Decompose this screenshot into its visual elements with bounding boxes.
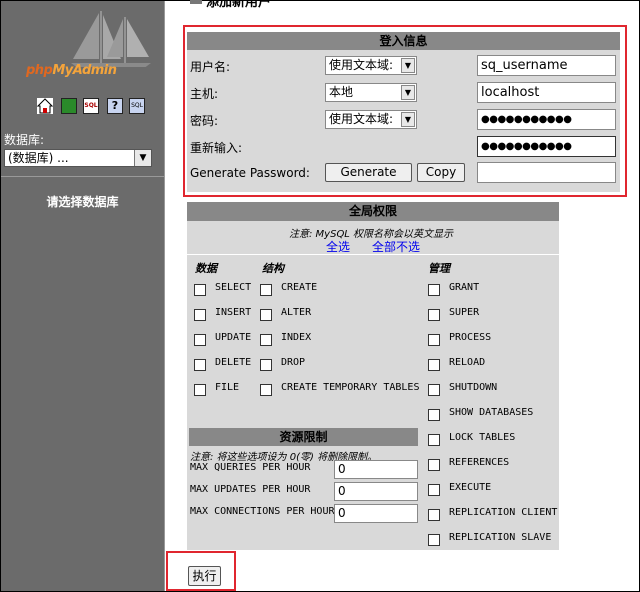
generate-password-label: Generate Password: bbox=[190, 166, 310, 180]
logo-text: phpMyAdmin bbox=[26, 63, 117, 78]
database-select[interactable]: (数据库) ... ▼ bbox=[4, 149, 152, 167]
generated-password-input[interactable] bbox=[477, 162, 616, 183]
privilege-checkbox[interactable] bbox=[428, 284, 440, 296]
structure-column-header: 结构 bbox=[262, 262, 284, 275]
host-label: 主机: bbox=[190, 87, 219, 101]
retype-label: 重新输入: bbox=[190, 141, 243, 155]
login-panel-header: 登入信息 bbox=[187, 32, 620, 50]
password-label: 密码: bbox=[190, 114, 219, 128]
privileges-header: 全局权限 bbox=[187, 202, 559, 221]
privilege-checkbox[interactable] bbox=[428, 509, 440, 521]
host-input[interactable]: localhost bbox=[477, 82, 616, 103]
privilege-label: RELOAD bbox=[449, 357, 486, 368]
privilege-label: LOCK TABLES bbox=[449, 432, 516, 443]
resource-limit-label: MAX CONNECTIONS PER HOUR bbox=[190, 506, 335, 517]
privilege-label: DROP bbox=[281, 357, 306, 368]
privilege-checkbox[interactable] bbox=[260, 384, 272, 396]
frame-divider bbox=[164, 1, 182, 591]
generate-button[interactable]: Generate bbox=[325, 163, 412, 182]
user-add-icon bbox=[190, 0, 202, 4]
resource-limit-input[interactable]: 0 bbox=[334, 482, 418, 501]
privilege-label: REPLICATION SLAVE bbox=[449, 532, 552, 543]
sailboat-icon bbox=[71, 11, 151, 67]
privilege-label: GRANT bbox=[449, 282, 480, 293]
privilege-label: INDEX bbox=[281, 332, 312, 343]
privilege-label: REFERENCES bbox=[449, 457, 510, 468]
resource-limits-header: 资源限制 bbox=[189, 428, 418, 446]
privilege-checkbox[interactable] bbox=[260, 334, 272, 346]
password-type-select[interactable]: 使用文本域: ▼ bbox=[325, 110, 417, 129]
privilege-checkbox[interactable] bbox=[194, 309, 206, 321]
admin-column-header: 管理 bbox=[428, 262, 450, 275]
privilege-label: SELECT bbox=[215, 282, 252, 293]
privilege-checkbox[interactable] bbox=[428, 334, 440, 346]
retype-password-input[interactable]: ●●●●●●●●●●● bbox=[477, 136, 616, 157]
chevron-down-icon: ▼ bbox=[401, 85, 415, 100]
privilege-checkbox[interactable] bbox=[194, 384, 206, 396]
chevron-down-icon[interactable]: ▼ bbox=[134, 150, 151, 166]
exit-icon[interactable] bbox=[61, 98, 77, 114]
phpmyadmin-logo[interactable]: phpMyAdmin bbox=[23, 7, 163, 89]
privilege-label: PROCESS bbox=[449, 332, 492, 343]
privilege-checkbox[interactable] bbox=[260, 309, 272, 321]
host-type-select[interactable]: 本地 ▼ bbox=[325, 83, 417, 102]
copy-button[interactable]: Copy bbox=[417, 163, 465, 182]
privilege-label: FILE bbox=[215, 382, 240, 393]
privilege-checkbox[interactable] bbox=[428, 409, 440, 421]
execute-button[interactable]: 执行 bbox=[188, 566, 221, 586]
sidebar: phpMyAdmin SQL ? SQL 数据库: (数据库) ... ▼ 请选… bbox=[1, 1, 164, 591]
privilege-checkbox[interactable] bbox=[194, 359, 206, 371]
privilege-label: SUPER bbox=[449, 307, 480, 318]
privilege-label: EXECUTE bbox=[449, 482, 492, 493]
username-input[interactable]: sq_username bbox=[477, 55, 616, 76]
privilege-checkbox[interactable] bbox=[260, 284, 272, 296]
privilege-checkbox[interactable] bbox=[428, 484, 440, 496]
resource-limit-label: MAX UPDATES PER HOUR bbox=[190, 484, 311, 495]
resource-limit-input[interactable]: 0 bbox=[334, 504, 418, 523]
username-type-select[interactable]: 使用文本域: ▼ bbox=[325, 56, 417, 75]
privilege-label: DELETE bbox=[215, 357, 252, 368]
privilege-checkbox[interactable] bbox=[428, 359, 440, 371]
privilege-label: UPDATE bbox=[215, 332, 252, 343]
privilege-checkbox[interactable] bbox=[428, 534, 440, 546]
privilege-checkbox[interactable] bbox=[428, 384, 440, 396]
privilege-label: CREATE TEMPORARY TABLES bbox=[281, 382, 420, 393]
password-input[interactable]: ●●●●●●●●●●● bbox=[477, 109, 616, 130]
privilege-label: REPLICATION CLIENT bbox=[449, 507, 558, 518]
chevron-down-icon: ▼ bbox=[401, 112, 415, 127]
sidebar-divider bbox=[1, 176, 164, 177]
sql-icon[interactable]: SQL bbox=[83, 98, 99, 114]
username-label: 用户名: bbox=[190, 60, 231, 74]
docs-icon[interactable]: SQL bbox=[129, 98, 145, 114]
home-icon[interactable] bbox=[36, 98, 54, 114]
privilege-label: SHUTDOWN bbox=[449, 382, 498, 393]
privilege-label: CREATE bbox=[281, 282, 318, 293]
privilege-checkbox[interactable] bbox=[194, 284, 206, 296]
resource-limit-input[interactable]: 0 bbox=[334, 460, 418, 479]
select-database-hint: 请选择数据库 bbox=[46, 195, 119, 209]
privilege-checkbox[interactable] bbox=[194, 334, 206, 346]
select-all-link[interactable]: 全选 bbox=[326, 238, 350, 255]
data-column-header: 数据 bbox=[195, 262, 217, 275]
divider bbox=[187, 254, 559, 255]
deselect-all-link[interactable]: 全部不选 bbox=[372, 238, 420, 255]
privilege-label: SHOW DATABASES bbox=[449, 407, 534, 418]
chevron-down-icon: ▼ bbox=[401, 58, 415, 73]
help-icon[interactable]: ? bbox=[107, 98, 123, 114]
database-label: 数据库: bbox=[4, 133, 45, 147]
privilege-label: ALTER bbox=[281, 307, 312, 318]
privilege-checkbox[interactable] bbox=[428, 309, 440, 321]
privilege-checkbox[interactable] bbox=[428, 434, 440, 446]
page-title: 添加新用户 bbox=[206, 0, 272, 10]
privilege-label: INSERT bbox=[215, 307, 252, 318]
privilege-checkbox[interactable] bbox=[428, 459, 440, 471]
privilege-checkbox[interactable] bbox=[260, 359, 272, 371]
resource-limit-label: MAX QUERIES PER HOUR bbox=[190, 462, 311, 473]
